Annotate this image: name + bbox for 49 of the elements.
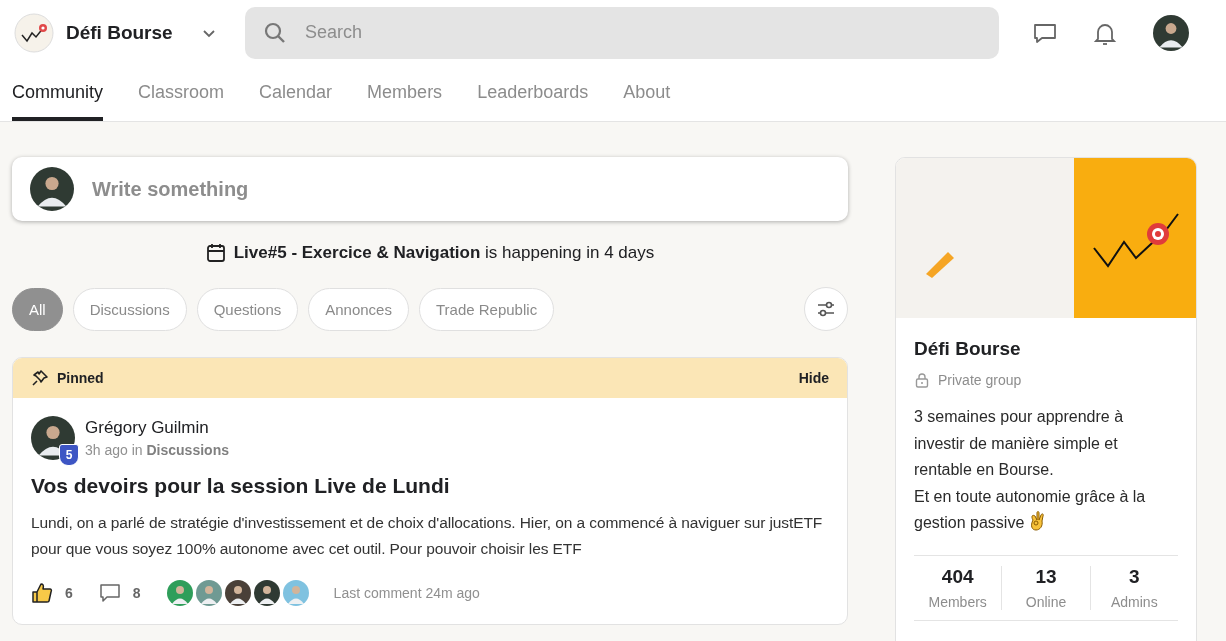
hide-button[interactable]: Hide [798, 370, 829, 386]
filter-chip[interactable]: Discussions [72, 287, 187, 331]
level-badge: 5 [59, 444, 79, 466]
logo-icon[interactable] [14, 12, 54, 53]
search-icon [263, 20, 287, 45]
thumbs-up-icon[interactable] [31, 582, 53, 604]
commenter-avatar[interactable] [253, 580, 280, 606]
pin-icon [31, 369, 49, 387]
group-title: Défi Bourse [914, 338, 1022, 360]
nav-tab[interactable]: Community [12, 65, 104, 121]
nav-tab[interactable]: Leaderboards [477, 65, 589, 121]
stat-label: Admins [1110, 593, 1158, 610]
author-name[interactable]: Grégory Guilmin [85, 418, 229, 438]
search-field[interactable]: Search [245, 6, 999, 59]
avatar [1153, 14, 1189, 51]
stat-label: Online [1025, 593, 1067, 610]
group-name[interactable]: Défi Bourse [66, 21, 201, 44]
event-notice[interactable]: Live#5 - Exercice & Navigation is happening in 4 days [233, 243, 655, 263]
sliders-icon [816, 299, 836, 319]
nav-tab[interactable]: Members [367, 65, 443, 121]
commenter-avatar[interactable] [224, 580, 251, 606]
post-card[interactable] [12, 357, 848, 625]
comment-icon[interactable] [98, 582, 121, 604]
post-meta: 3h ago in Discussions [85, 442, 229, 458]
like-count: 6 [65, 585, 73, 601]
nav-tab[interactable]: Classroom [138, 65, 225, 121]
filter-chip[interactable]: All [12, 287, 63, 331]
nav-tab[interactable]: Calendar [259, 65, 333, 121]
lock-icon [914, 372, 930, 388]
ok-hand-icon [1028, 511, 1047, 531]
stat-label: Members [928, 593, 987, 610]
last-comment-time: Last comment 24m ago [333, 585, 480, 601]
filter-chip[interactable]: Trade Republic [418, 287, 555, 331]
avatar [30, 167, 74, 211]
filter-chip[interactable]: Annonces [308, 287, 409, 331]
filter-chip[interactable]: Questions [196, 287, 299, 331]
stat-value: 3 [1129, 565, 1140, 588]
post-composer[interactable]: Write something [12, 157, 848, 221]
post-title[interactable]: Vos devoirs pour la session Live de Lundi [31, 474, 829, 498]
calendar-icon [205, 243, 226, 263]
post-excerpt: Lundi, on a parlé de stratégie d'investissement et de choix d'allocations. Hier, on a commencé à naviguer sur justETF pour que vous soyez 100% autonome avec cet outil. Pour pouvoir choisir les ETF [31, 513, 824, 559]
filter-settings-button[interactable] [804, 287, 848, 331]
group-description: 3 semaines pour apprendre à investir de manière simple et rentable en Bourse. Et en toute autonomie grâce à la gestion passive [914, 407, 1147, 533]
pinned-label: Pinned [57, 370, 104, 386]
nav-tab[interactable]: About [623, 65, 671, 121]
stat-value: 404 [941, 565, 974, 588]
privacy-label: Private group [938, 372, 1022, 388]
comment-count: 8 [132, 585, 141, 601]
stat-value: 13 [1035, 565, 1057, 588]
